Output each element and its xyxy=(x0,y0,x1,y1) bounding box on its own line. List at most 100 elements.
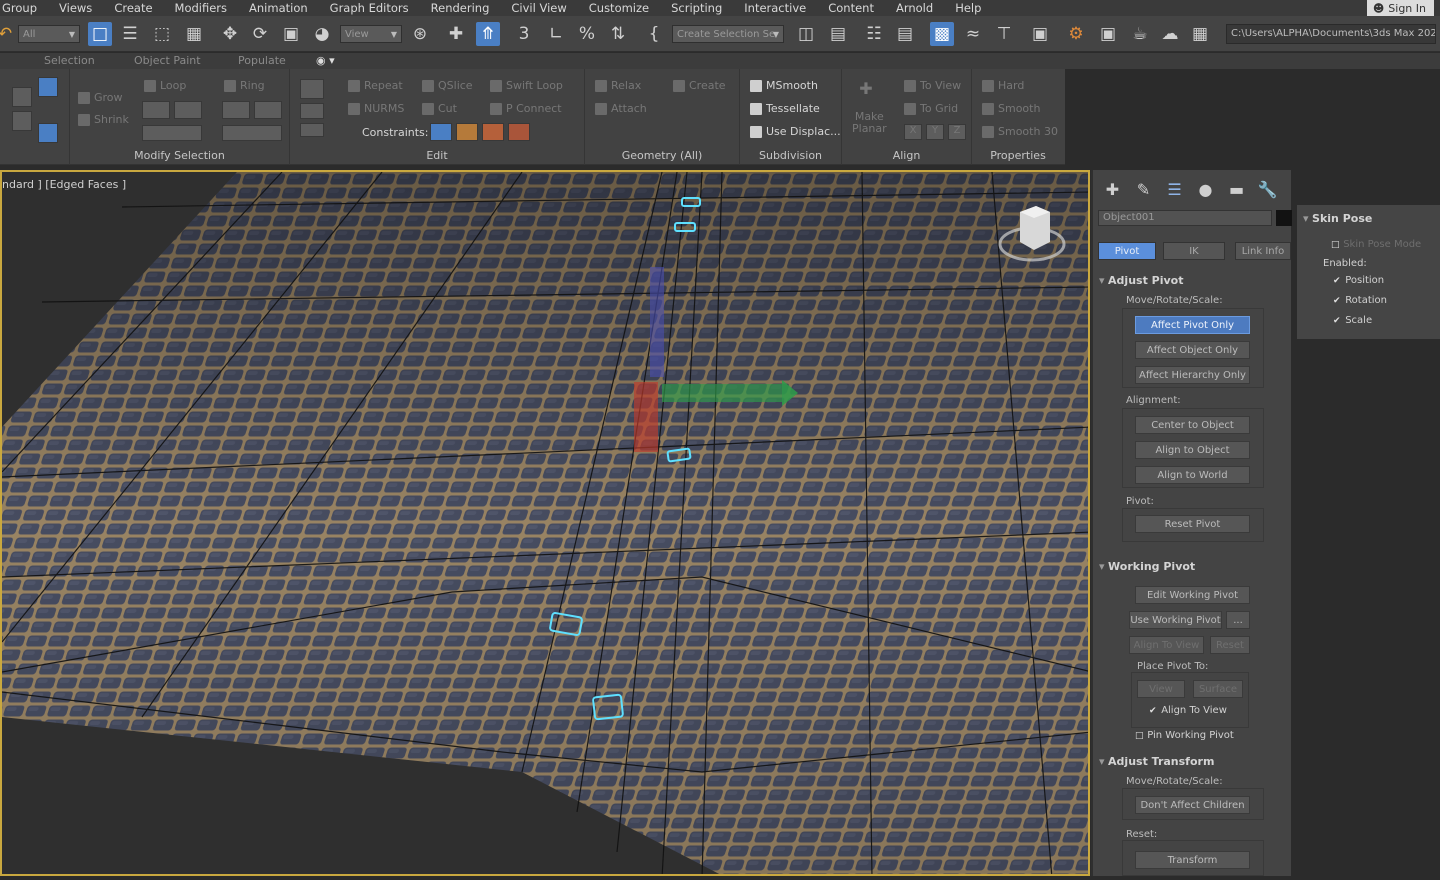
select-object-icon[interactable]: □ xyxy=(88,22,112,46)
position-checkbox[interactable]: ✔ Position xyxy=(1333,275,1384,286)
align-y-button[interactable]: Y xyxy=(926,124,944,140)
render-setup-icon[interactable]: ⚙ xyxy=(1064,22,1088,46)
object-color-swatch[interactable] xyxy=(1276,210,1292,226)
ring-shrink-icon[interactable] xyxy=(254,101,282,119)
menu-graph-editors[interactable]: Graph Editors xyxy=(319,1,420,15)
dont-affect-children-button[interactable]: Don't Affect Children xyxy=(1135,796,1250,814)
constraint-normal-icon[interactable] xyxy=(508,123,530,141)
scale-icon[interactable]: ▣ xyxy=(279,22,303,46)
hard-button[interactable]: Hard xyxy=(982,79,1024,92)
constraint-edge-icon[interactable] xyxy=(456,123,478,141)
smooth-30-button[interactable]: Smooth 30 xyxy=(982,125,1058,138)
menu-modifiers[interactable]: Modifiers xyxy=(164,1,239,15)
utilities-tab-icon[interactable]: 🔧 xyxy=(1254,176,1281,202)
affect-hierarchy-only-button[interactable]: Affect Hierarchy Only xyxy=(1135,366,1250,384)
modify-selection-label[interactable]: Modify Selection xyxy=(70,149,289,162)
named-selection-set-dropdown[interactable]: Create Selection Se ▼ xyxy=(672,25,784,43)
align-to-view-button[interactable]: Align To View xyxy=(1129,636,1204,654)
menu-help[interactable]: Help xyxy=(944,1,992,15)
render-production-icon[interactable]: ☕ xyxy=(1128,22,1152,46)
angle-snap-icon[interactable]: ∟ xyxy=(544,22,568,46)
tab-populate[interactable]: Populate xyxy=(238,54,286,67)
layer-explorer-icon[interactable]: ▤ xyxy=(893,22,917,46)
p-connect-button[interactable]: P Connect xyxy=(490,102,562,115)
qslice-button[interactable]: QSlice xyxy=(422,79,473,92)
align-icon[interactable]: ▤ xyxy=(826,22,850,46)
adjust-transform-rollout-header[interactable]: Adjust Transform xyxy=(1099,755,1214,768)
working-pivot-options-button[interactable]: ... xyxy=(1226,611,1250,629)
to-grid-button[interactable]: To Grid xyxy=(904,102,958,115)
element-icon[interactable] xyxy=(38,123,58,143)
shrink-button[interactable]: Shrink xyxy=(78,113,129,126)
msmooth-button[interactable]: MSmooth xyxy=(750,79,818,92)
swift-loop-button[interactable]: Swift Loop xyxy=(490,79,563,92)
menu-rendering[interactable]: Rendering xyxy=(420,1,501,15)
cut-button[interactable]: Cut xyxy=(422,102,457,115)
affect-object-only-button[interactable]: Affect Object Only xyxy=(1135,341,1250,359)
keyboard-shortcut-override-icon[interactable]: ⤊ xyxy=(476,22,500,46)
geometry-all-label[interactable]: Geometry (All) xyxy=(585,149,739,162)
loop-shrink-icon[interactable] xyxy=(174,101,202,119)
viewport-label[interactable]: ndard ] [Edged Faces ] xyxy=(2,178,126,191)
ribbon-toggle-icon[interactable]: ▩ xyxy=(930,22,954,46)
rotation-checkbox[interactable]: ✔ Rotation xyxy=(1333,295,1387,306)
pin-working-pivot-checkbox[interactable]: □ Pin Working Pivot xyxy=(1135,730,1234,741)
workspace-icon[interactable]: ▦ xyxy=(1188,22,1212,46)
adjust-pivot-rollout-header[interactable]: Adjust Pivot xyxy=(1099,274,1183,287)
tab-link-info[interactable]: Link Info xyxy=(1235,242,1291,260)
spinner-snap-icon[interactable]: ⇅ xyxy=(606,22,630,46)
tab-selection[interactable]: Selection xyxy=(44,54,95,67)
tessellate-button[interactable]: Tessellate xyxy=(750,102,820,115)
project-path-field[interactable]: C:\Users\ALPHA\Documents\3ds Max 2020 xyxy=(1226,24,1436,44)
move-icon[interactable]: ✥ xyxy=(218,22,242,46)
schematic-view-icon[interactable]: ⊤ xyxy=(992,22,1016,46)
ring-mode-icon[interactable] xyxy=(222,125,282,141)
relax-button[interactable]: Relax xyxy=(595,79,641,92)
affect-pivot-only-button[interactable]: Affect Pivot Only xyxy=(1135,316,1250,334)
iterations-spinner[interactable] xyxy=(300,123,324,137)
repeat-button[interactable]: Repeat xyxy=(348,79,403,92)
center-to-object-button[interactable]: Center to Object xyxy=(1135,416,1250,434)
tab-object-paint[interactable]: Object Paint xyxy=(134,54,201,67)
use-working-pivot-button[interactable]: Use Working Pivot xyxy=(1129,611,1222,629)
loop-mode-icon[interactable] xyxy=(142,125,202,141)
snaps-toggle-icon[interactable]: 3 xyxy=(512,22,536,46)
tab-pivot[interactable]: Pivot xyxy=(1098,242,1156,260)
curve-editor-icon[interactable]: ≈ xyxy=(961,22,985,46)
menu-civil-view[interactable]: Civil View xyxy=(500,1,577,15)
align-to-world-button[interactable]: Align to World xyxy=(1135,466,1250,484)
display-tab-icon[interactable]: ▬ xyxy=(1223,176,1250,202)
scene-explorer-icon[interactable]: ☷ xyxy=(862,22,886,46)
loop-button[interactable]: Loop xyxy=(144,79,186,92)
use-displacement-button[interactable]: Use Displac... xyxy=(750,125,841,138)
make-planar-button[interactable]: Make Planar xyxy=(852,111,887,135)
align-to-object-button[interactable]: Align to Object xyxy=(1135,441,1250,459)
percent-snap-icon[interactable]: % xyxy=(575,22,599,46)
select-by-name-icon[interactable]: ☰ xyxy=(118,22,142,46)
make-planar-icon[interactable]: ✚ xyxy=(852,79,880,109)
properties-label[interactable]: Properties xyxy=(972,149,1064,162)
undo-icon[interactable]: ↶ xyxy=(0,22,12,46)
edit-named-selection-icon[interactable]: { xyxy=(642,22,666,46)
motion-tab-icon[interactable]: ● xyxy=(1192,176,1219,202)
reference-coord-dropdown[interactable]: View ▼ xyxy=(340,25,402,43)
place-view-button[interactable]: View xyxy=(1137,680,1185,698)
place-icon[interactable]: ◕ xyxy=(310,22,334,46)
reset-pivot-button[interactable]: Reset Pivot xyxy=(1135,515,1250,533)
material-editor-icon[interactable]: ▣ xyxy=(1028,22,1052,46)
rect-selection-icon[interactable]: ⬚ xyxy=(150,22,174,46)
create-tab-icon[interactable]: ✚ xyxy=(1099,176,1126,202)
eye-icon[interactable]: ◉ ▾ xyxy=(316,54,335,67)
pivot-center-icon[interactable]: ⊛ xyxy=(408,22,432,46)
place-surface-button[interactable]: Surface xyxy=(1193,680,1243,698)
border-icon[interactable] xyxy=(12,111,32,131)
skin-pose-mode-checkbox[interactable]: □ Skin Pose Mode xyxy=(1331,239,1421,250)
align-to-view-checkbox[interactable]: ✔ Align To View xyxy=(1149,705,1227,716)
ring-grow-icon[interactable] xyxy=(222,101,250,119)
constraint-none-icon[interactable] xyxy=(430,123,452,141)
window-crossing-icon[interactable]: ▦ xyxy=(182,22,206,46)
attach-button[interactable]: Attach xyxy=(595,102,647,115)
sign-in-button[interactable]: ☻ Sign In xyxy=(1366,0,1434,16)
ring-button[interactable]: Ring xyxy=(224,79,265,92)
tab-ik[interactable]: IK xyxy=(1163,242,1225,260)
